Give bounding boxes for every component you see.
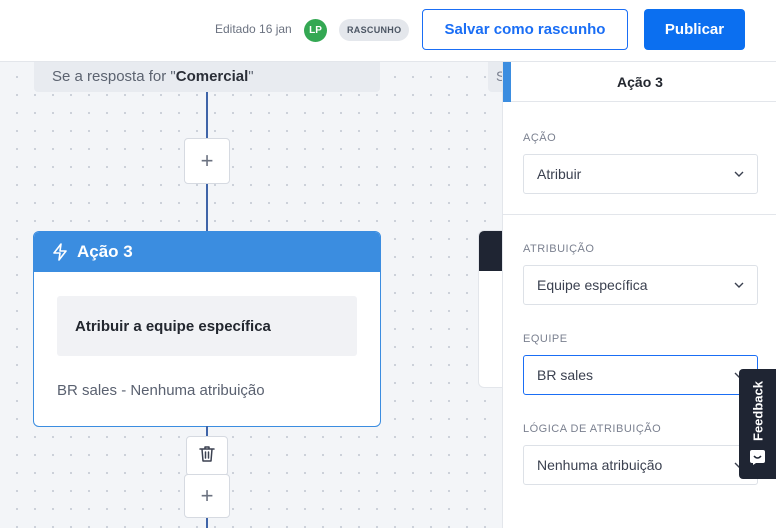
edited-timestamp: Editado 16 jan [215, 22, 292, 36]
bolt-icon [52, 243, 68, 261]
field-label-atribuicao: ATRIBUIÇÃO [523, 243, 595, 255]
logica-atribuicao-select[interactable]: Nenhuma atribuição [523, 445, 758, 485]
action-node-header: Ação 3 [34, 232, 380, 272]
field-label-acao: AÇÃO [523, 132, 557, 144]
top-bar: Editado 16 jan LP RASCUNHO Salvar como r… [0, 0, 776, 62]
condition-value: Comercial [175, 68, 249, 85]
publish-button[interactable]: Publicar [644, 9, 745, 50]
equipe-select[interactable]: BR sales [523, 355, 758, 395]
acao-select-value: Atribuir [537, 166, 582, 182]
section-divider [503, 214, 776, 215]
workflow-canvas[interactable]: Se a resposta for "Comercial" S + Ação 3… [0, 62, 502, 528]
connector-line [206, 518, 208, 528]
panel-title: Ação 3 [503, 62, 776, 102]
field-label-equipe: EQUIPE [523, 333, 568, 345]
condition-prefix: Se a resposta for " [52, 68, 176, 85]
add-step-button[interactable]: + [184, 474, 230, 518]
condition-node[interactable]: Se a resposta for "Comercial" [34, 62, 380, 92]
action-node[interactable]: Ação 3 Atribuir a equipe específica BR s… [33, 231, 381, 427]
field-label-logica-atribuicao: LÓGICA DE ATRIBUIÇÃO [523, 423, 662, 435]
side-condition-node[interactable]: S [488, 62, 502, 92]
action-settings-panel: Ação 3 AÇÃO Atribuir ATRIBUIÇÃO Equipe e… [502, 62, 776, 528]
avatar[interactable]: LP [304, 19, 327, 42]
chat-icon [749, 449, 766, 471]
equipe-select-value: BR sales [537, 367, 594, 383]
logica-atribuicao-select-value: Nenhuma atribuição [537, 457, 663, 473]
connector-line [206, 92, 208, 138]
plus-icon: + [200, 483, 214, 508]
connector-line [206, 184, 208, 231]
action-node-title: Ação 3 [77, 242, 133, 261]
action-detail: BR sales - Nenhuma atribuição [57, 382, 265, 399]
side-action-node[interactable] [478, 230, 502, 388]
feedback-tab[interactable]: Feedback [739, 369, 776, 479]
atribuicao-select[interactable]: Equipe específica [523, 265, 758, 305]
connector-line [206, 426, 208, 436]
trash-icon [199, 445, 215, 468]
feedback-label: Feedback [750, 381, 765, 441]
save-draft-button[interactable]: Salvar como rascunho [422, 9, 628, 50]
condition-suffix: " [248, 68, 254, 85]
side-action-node-header [479, 231, 502, 271]
chevron-down-icon [733, 279, 745, 291]
acao-select[interactable]: Atribuir [523, 154, 758, 194]
add-step-button[interactable]: + [184, 138, 230, 184]
plus-icon: + [200, 148, 214, 173]
panel-accent-bar [503, 62, 511, 102]
chevron-down-icon [733, 168, 745, 180]
atribuicao-select-value: Equipe específica [537, 277, 648, 293]
action-summary: Atribuir a equipe específica [57, 296, 357, 356]
delete-step-button[interactable] [186, 436, 228, 476]
status-badge: RASCUNHO [339, 19, 410, 41]
